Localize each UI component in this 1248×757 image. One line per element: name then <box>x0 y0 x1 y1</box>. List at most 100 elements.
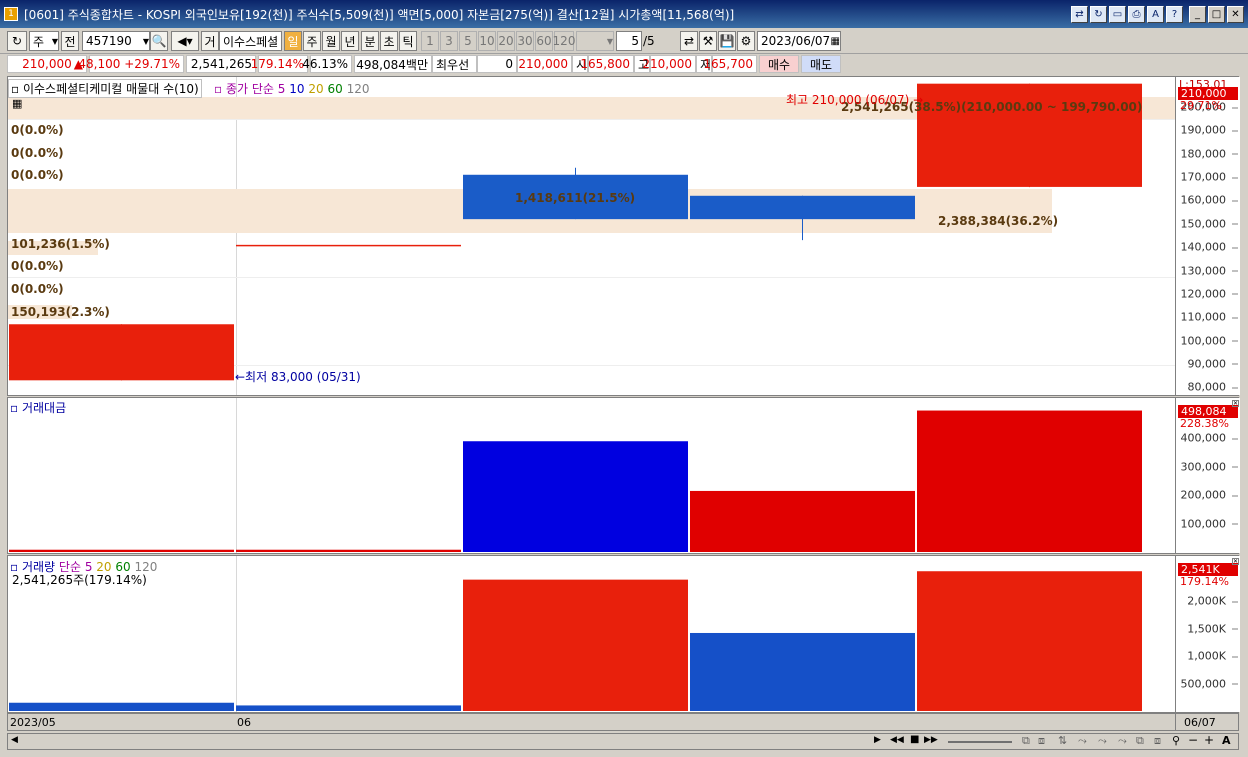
open-price: 165,800 <box>580 55 634 73</box>
sell-button[interactable]: 매도 <box>801 55 841 73</box>
maximize-icon[interactable]: □ <box>1208 5 1225 23</box>
chart-tool-icon[interactable]: ⚒ <box>699 31 717 51</box>
y-tick-label: 140,000 <box>1180 240 1238 254</box>
period-tick[interactable]: 틱 <box>399 31 417 51</box>
volume-bar-chart <box>9 571 1142 711</box>
amount-panel[interactable]: ▫ 거래대금 400,000 300,000 200,000 100,000 498,… <box>7 397 1240 554</box>
period-week[interactable]: 주 <box>303 31 321 51</box>
price-legend[interactable]: ▫ 이수스페셜티케미컬 매물대 수(10) <box>8 79 202 98</box>
trade-prefix[interactable]: 거 <box>201 31 219 51</box>
copy-icon[interactable]: ⧉ <box>1136 734 1144 748</box>
zoom-slider[interactable] <box>948 741 1012 743</box>
search-icon[interactable]: 🔍 <box>150 31 168 51</box>
code-input[interactable]: 457190 ▼ <box>82 31 150 51</box>
help-icon[interactable]: ? <box>1166 5 1183 23</box>
all-button[interactable]: 전 <box>61 31 79 51</box>
y-tick-label: 180,000 <box>1180 147 1238 161</box>
stop-icon[interactable]: ■ <box>910 734 919 745</box>
play-icon[interactable]: ▶ <box>874 735 881 745</box>
low-annotation: ←최저 83,000 (05/31) <box>235 370 361 384</box>
table-icon[interactable]: ▦ <box>12 97 22 110</box>
capture-icon[interactable]: ⧈ <box>1154 734 1161 748</box>
high-annotation: 최고 210,000 (06/07) → <box>786 93 924 107</box>
amount-legend[interactable]: ▫ 거래대금 <box>10 399 66 416</box>
sound-icon[interactable]: ◀▾ <box>171 31 199 51</box>
best-qty: 0 <box>477 55 517 73</box>
zoom-in-icon[interactable]: + <box>1204 733 1214 747</box>
interval-1[interactable]: 1 <box>421 31 439 51</box>
low-price: 165,700 <box>703 55 757 73</box>
interval-30[interactable]: 30 <box>516 31 534 51</box>
window-icon[interactable]: ▭ <box>1109 5 1126 23</box>
volume-info: 2,541,265주(179.14%) <box>12 573 147 587</box>
bar <box>690 490 915 552</box>
zoom-out-icon[interactable]: − <box>1188 733 1198 747</box>
panel-close-icon[interactable]: ✕ <box>1232 558 1239 565</box>
arrows-icon[interactable]: ⇄ <box>680 31 698 51</box>
settings-icon[interactable]: ⚙ <box>737 31 755 51</box>
interval-120[interactable]: 120 <box>553 31 575 51</box>
fib-icon[interactable]: ⤳ <box>1118 734 1127 748</box>
bar <box>917 410 1142 552</box>
bar <box>690 632 915 711</box>
ma-legend[interactable]: ▫ 종가 단순 5 10 20 60 120 <box>214 80 369 97</box>
y-tick-label: 120,000 <box>1180 287 1238 301</box>
count-input[interactable]: 5 <box>616 31 642 51</box>
text-icon[interactable]: A <box>1222 734 1231 747</box>
price-change: 48,100 +29.71% <box>78 55 184 73</box>
print-icon[interactable]: ⎙ <box>1128 5 1145 23</box>
y-tick-label: 100,000 <box>1180 334 1238 348</box>
x-axis-label: 06/07 <box>1184 716 1216 729</box>
zoom-icon[interactable]: ⚲ <box>1172 734 1180 747</box>
fast-forward-icon[interactable]: ▶▶ <box>924 735 938 745</box>
interval-dropdown[interactable]: ▼ <box>576 31 614 51</box>
indicator-icon[interactable]: ⇅ <box>1058 734 1067 747</box>
buy-button[interactable]: 매수 <box>759 55 799 73</box>
quote-bar: 210,000 ▲ 48,100 +29.71% 2,541,265 179.14… <box>0 54 1248 74</box>
volume-profile-label: 2,388,384(36.2%) <box>938 214 1059 228</box>
trend-icon[interactable]: ⤳ <box>1078 734 1087 748</box>
line-icon[interactable]: ⤳ <box>1098 734 1107 748</box>
interval-10[interactable]: 10 <box>478 31 496 51</box>
stock-name: 이수스페셜 <box>219 31 282 51</box>
minimize-icon[interactable]: _ <box>1189 5 1206 23</box>
layout-icon[interactable]: ⧉ <box>1022 734 1030 748</box>
interval-5[interactable]: 5 <box>459 31 477 51</box>
font-icon[interactable]: A <box>1147 5 1164 23</box>
interval-3[interactable]: 3 <box>440 31 458 51</box>
date-input[interactable]: 2023/06/07 ▦ <box>757 31 841 51</box>
toolbar: ↻ 주 ▼ 전 457190 ▼ 🔍 ◀▾ 거 이수스페셜 일 주 월 년 분 초 … <box>0 28 1248 54</box>
rewind-icon[interactable]: ◀◀ <box>890 735 904 745</box>
period-month[interactable]: 월 <box>322 31 340 51</box>
refresh-icon[interactable]: ↻ <box>1090 5 1107 23</box>
panel-close-icon[interactable]: ✕ <box>1232 400 1239 407</box>
volume-ratio: 179.14% <box>251 55 308 73</box>
candle-body <box>9 324 234 381</box>
period-day[interactable]: 일 <box>284 31 302 51</box>
y-tick-label: 110,000 <box>1180 310 1238 324</box>
save-icon[interactable]: 💾 <box>718 31 736 51</box>
turnover: 46.13% <box>302 55 352 73</box>
interval-60[interactable]: 60 <box>535 31 553 51</box>
y-tick-label: 300,000 <box>1180 460 1238 474</box>
amount-bar-chart <box>9 410 1142 552</box>
period-second[interactable]: 초 <box>380 31 398 51</box>
period-year[interactable]: 년 <box>341 31 359 51</box>
y-tick-label: 2,000K <box>1187 594 1238 608</box>
period-minute[interactable]: 분 <box>361 31 379 51</box>
scroll-left-icon[interactable]: ◀ <box>11 735 18 745</box>
split-icon[interactable]: ⧈ <box>1038 734 1045 748</box>
y-tick-label: 1,500K <box>1187 622 1238 635</box>
link-icon[interactable]: ⇄ <box>1071 5 1088 23</box>
y-tick-label: 160,000 <box>1180 193 1238 207</box>
price-panel[interactable]: 0(0.0%) 0(0.0%) 0(0.0%) 101,236(1.5%) 0(… <box>7 76 1240 396</box>
type-select[interactable]: 주 ▼ <box>29 31 59 51</box>
bottom-scrollbar[interactable]: ◀ ▶ ◀◀ ■ ▶▶ ⧉ ⧈ ⇅ ⤳ ⤳ ⤳ ⧉ ⧈ ⚲ − + A <box>7 733 1239 750</box>
close-icon[interactable]: ✕ <box>1227 5 1244 23</box>
candlestick-chart <box>9 83 1142 381</box>
volume-panel[interactable]: ▫ 거래량 단순 5 20 60 120 2,541,265주(179.14%)… <box>7 555 1240 713</box>
y-tick-label: 190,000 <box>1180 123 1238 137</box>
history-icon[interactable]: ↻ <box>7 31 27 51</box>
interval-20[interactable]: 20 <box>497 31 515 51</box>
volume-profile-label: 1,418,611(21.5%) <box>515 191 636 205</box>
